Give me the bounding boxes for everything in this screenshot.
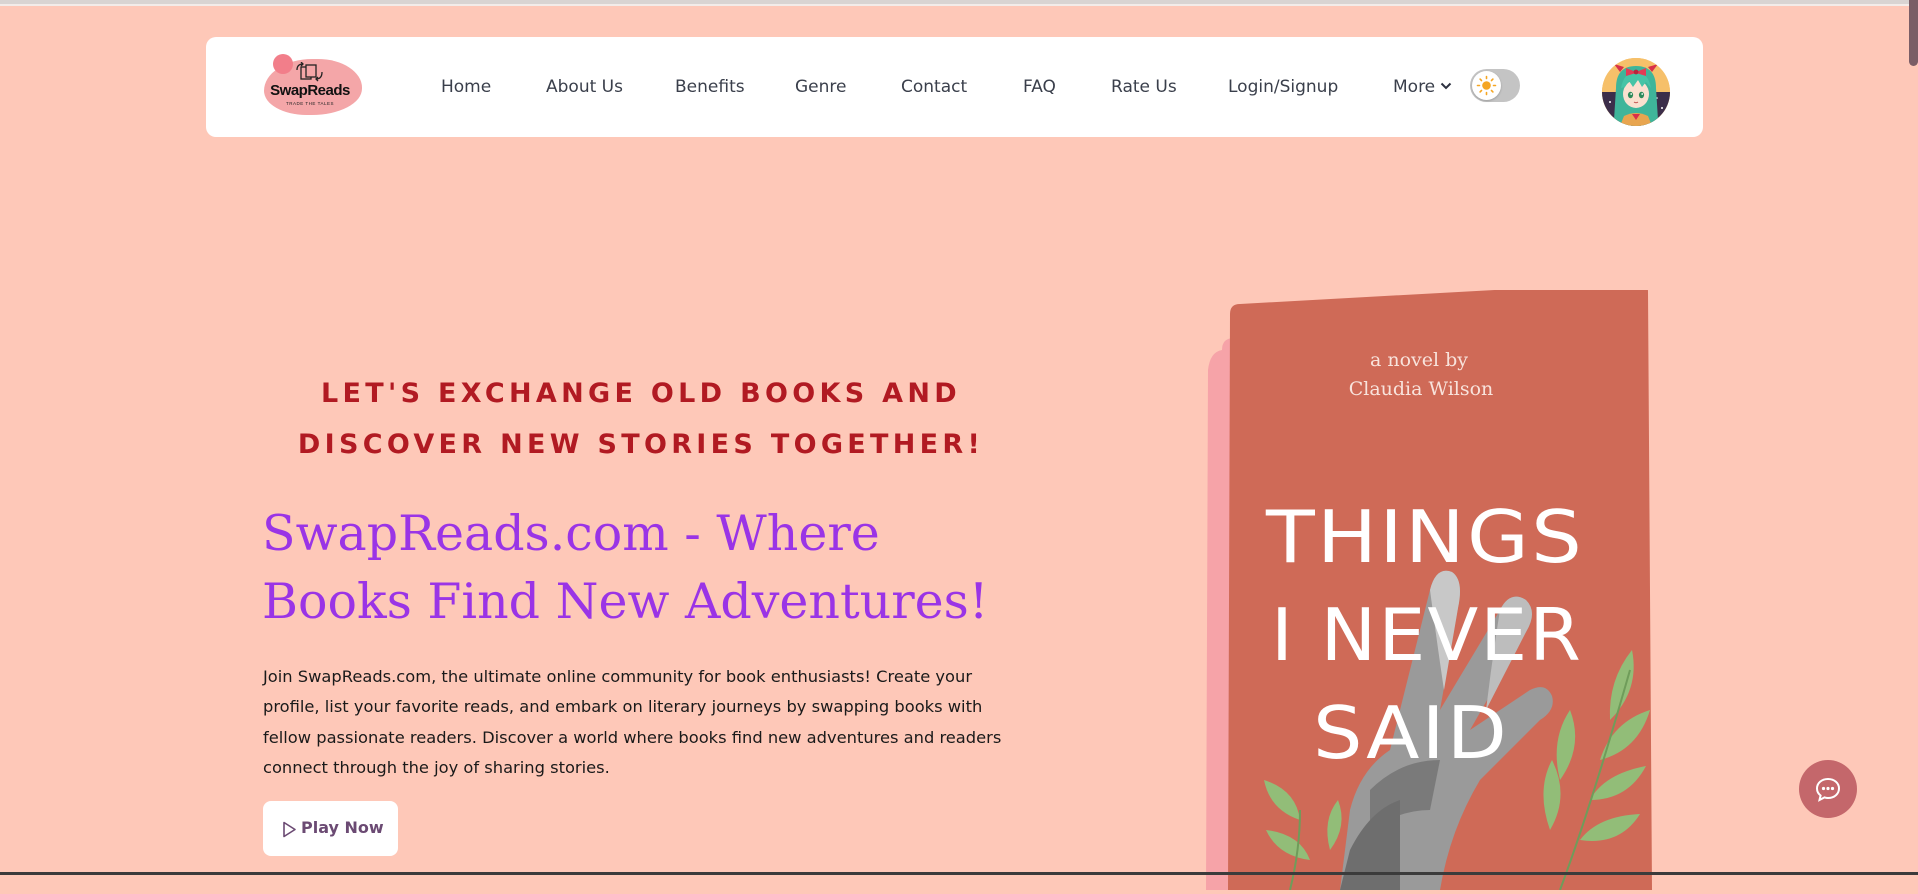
hero-headline-line-1: SwapReads.com - Where	[262, 505, 880, 562]
nav-faq[interactable]: FAQ	[1023, 77, 1056, 97]
chat-bubble-icon	[1815, 777, 1841, 802]
book-byline-1: a novel by	[1370, 349, 1468, 371]
play-now-label: Play Now	[301, 818, 384, 837]
user-avatar[interactable]	[1602, 58, 1670, 126]
brand-logo[interactable]: SwapReads TRADE THE TALES	[258, 54, 362, 116]
nav-home[interactable]: Home	[441, 77, 491, 97]
hero-headline-line-2: Books Find New Adventures!	[262, 573, 989, 630]
chevron-down-icon[interactable]	[1440, 81, 1452, 91]
hero-eyebrow-line-2: DISCOVER NEW STORIES TOGETHER!	[297, 429, 985, 460]
nav-contact[interactable]: Contact	[901, 77, 967, 97]
book-byline-2: Claudia Wilson	[1349, 378, 1494, 400]
hero-headline: SwapReads.com - Where Books Find New Adv…	[262, 500, 1022, 636]
toggle-knob	[1472, 71, 1501, 100]
nav-genre[interactable]: Genre	[795, 77, 846, 97]
logo-tagline: TRADE THE TALES	[285, 101, 334, 106]
play-icon	[283, 821, 296, 838]
navbar: SwapReads TRADE THE TALES Home About Us …	[206, 37, 1703, 137]
scrollbar-thumb[interactable]	[1909, 0, 1918, 66]
hero-eyebrow: LET'S EXCHANGE OLD BOOKS AND DISCOVER NE…	[230, 368, 1052, 470]
chat-button[interactable]	[1799, 760, 1857, 818]
logo-blob-accent	[273, 54, 293, 74]
book-title-line-2: I NEVER	[1271, 593, 1583, 677]
sun-icon	[1476, 75, 1497, 96]
hero-eyebrow-line-1: LET'S EXCHANGE OLD BOOKS AND	[321, 378, 961, 409]
browser-top-edge	[0, 4, 1918, 6]
book-title-line-1: THINGS	[1265, 495, 1584, 579]
nav-login-signup[interactable]: Login/Signup	[1228, 77, 1338, 97]
book-cover-art: a novel by Claudia Wilson THINGS I NEVER…	[1206, 282, 1652, 891]
nav-more[interactable]: More	[1393, 77, 1435, 97]
hero-description: Join SwapReads.com, the ultimate online …	[263, 667, 1002, 778]
nav-benefits[interactable]: Benefits	[675, 77, 745, 97]
book-cover-illustration: a novel by Claudia Wilson THINGS I NEVER…	[1200, 282, 1660, 891]
anime-avatar-illustration	[1602, 58, 1670, 126]
play-now-button[interactable]: Play Now	[263, 801, 398, 856]
nav-rate-us[interactable]: Rate Us	[1111, 77, 1177, 97]
nav-about-us[interactable]: About Us	[546, 77, 623, 97]
logo-wordmark: SwapReads	[270, 82, 350, 99]
theme-toggle[interactable]	[1470, 69, 1520, 102]
book-title-line-3: SAID	[1313, 691, 1509, 775]
book-swap-icon	[296, 62, 323, 82]
